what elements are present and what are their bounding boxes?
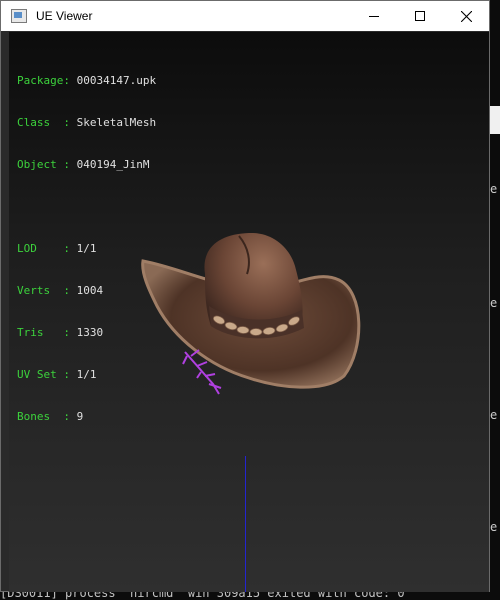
info-label: Bones : xyxy=(17,410,70,423)
ue-viewer-window[interactable]: UE Viewer Package: 00034147.upk Class : … xyxy=(0,0,490,592)
info-label: Object : xyxy=(17,158,70,171)
info-label: Tris : xyxy=(17,326,70,339)
minimize-button[interactable] xyxy=(351,1,397,31)
mesh-info-panel: Package: 00034147.upk Class : SkeletalMe… xyxy=(17,46,156,452)
info-label: UV Set : xyxy=(17,368,70,381)
console-fragment: e xyxy=(490,296,498,310)
info-value: SkeletalMesh xyxy=(76,116,157,129)
info-row-class: Class : SkeletalMesh xyxy=(17,116,156,130)
info-row-object: Object : 040194_JinM xyxy=(17,158,156,172)
mesh-viewport[interactable]: Package: 00034147.upk Class : SkeletalMe… xyxy=(9,32,489,592)
info-row-uvset: UV Set : 1/1 xyxy=(17,368,156,382)
info-row-tris: Tris : 1330 xyxy=(17,326,156,340)
title-bar[interactable]: UE Viewer xyxy=(1,1,489,31)
app-icon xyxy=(11,9,27,23)
console-edge xyxy=(490,106,500,134)
console-fragment: e xyxy=(490,520,498,534)
info-row-verts: Verts : 1004 xyxy=(17,284,156,298)
info-row-bones: Bones : 9 xyxy=(17,410,156,424)
info-value: 1330 xyxy=(76,326,104,339)
console-fragment: e xyxy=(490,182,498,196)
info-label: Package: xyxy=(17,74,70,87)
info-value: 00034147.upk xyxy=(76,74,157,87)
window-title: UE Viewer xyxy=(36,9,93,23)
info-row-lod: LOD : 1/1 xyxy=(17,242,156,256)
axis-line xyxy=(245,456,246,592)
info-value: 1004 xyxy=(76,284,104,297)
cowboy-hat-mesh xyxy=(141,232,361,395)
close-icon xyxy=(460,10,472,22)
maximize-icon xyxy=(415,11,425,21)
info-value: 040194_JinM xyxy=(76,158,150,171)
info-value: 1/1 xyxy=(76,242,97,255)
info-row-package: Package: 00034147.upk xyxy=(17,74,156,88)
minimize-icon xyxy=(369,16,379,17)
close-button[interactable] xyxy=(443,1,489,31)
info-label: Class : xyxy=(17,116,70,129)
info-value: 1/1 xyxy=(76,368,97,381)
console-fragment: e xyxy=(490,408,498,422)
maximize-button[interactable] xyxy=(397,1,443,31)
info-label: LOD : xyxy=(17,242,70,255)
info-value: 9 xyxy=(76,410,84,423)
info-label: Verts : xyxy=(17,284,70,297)
